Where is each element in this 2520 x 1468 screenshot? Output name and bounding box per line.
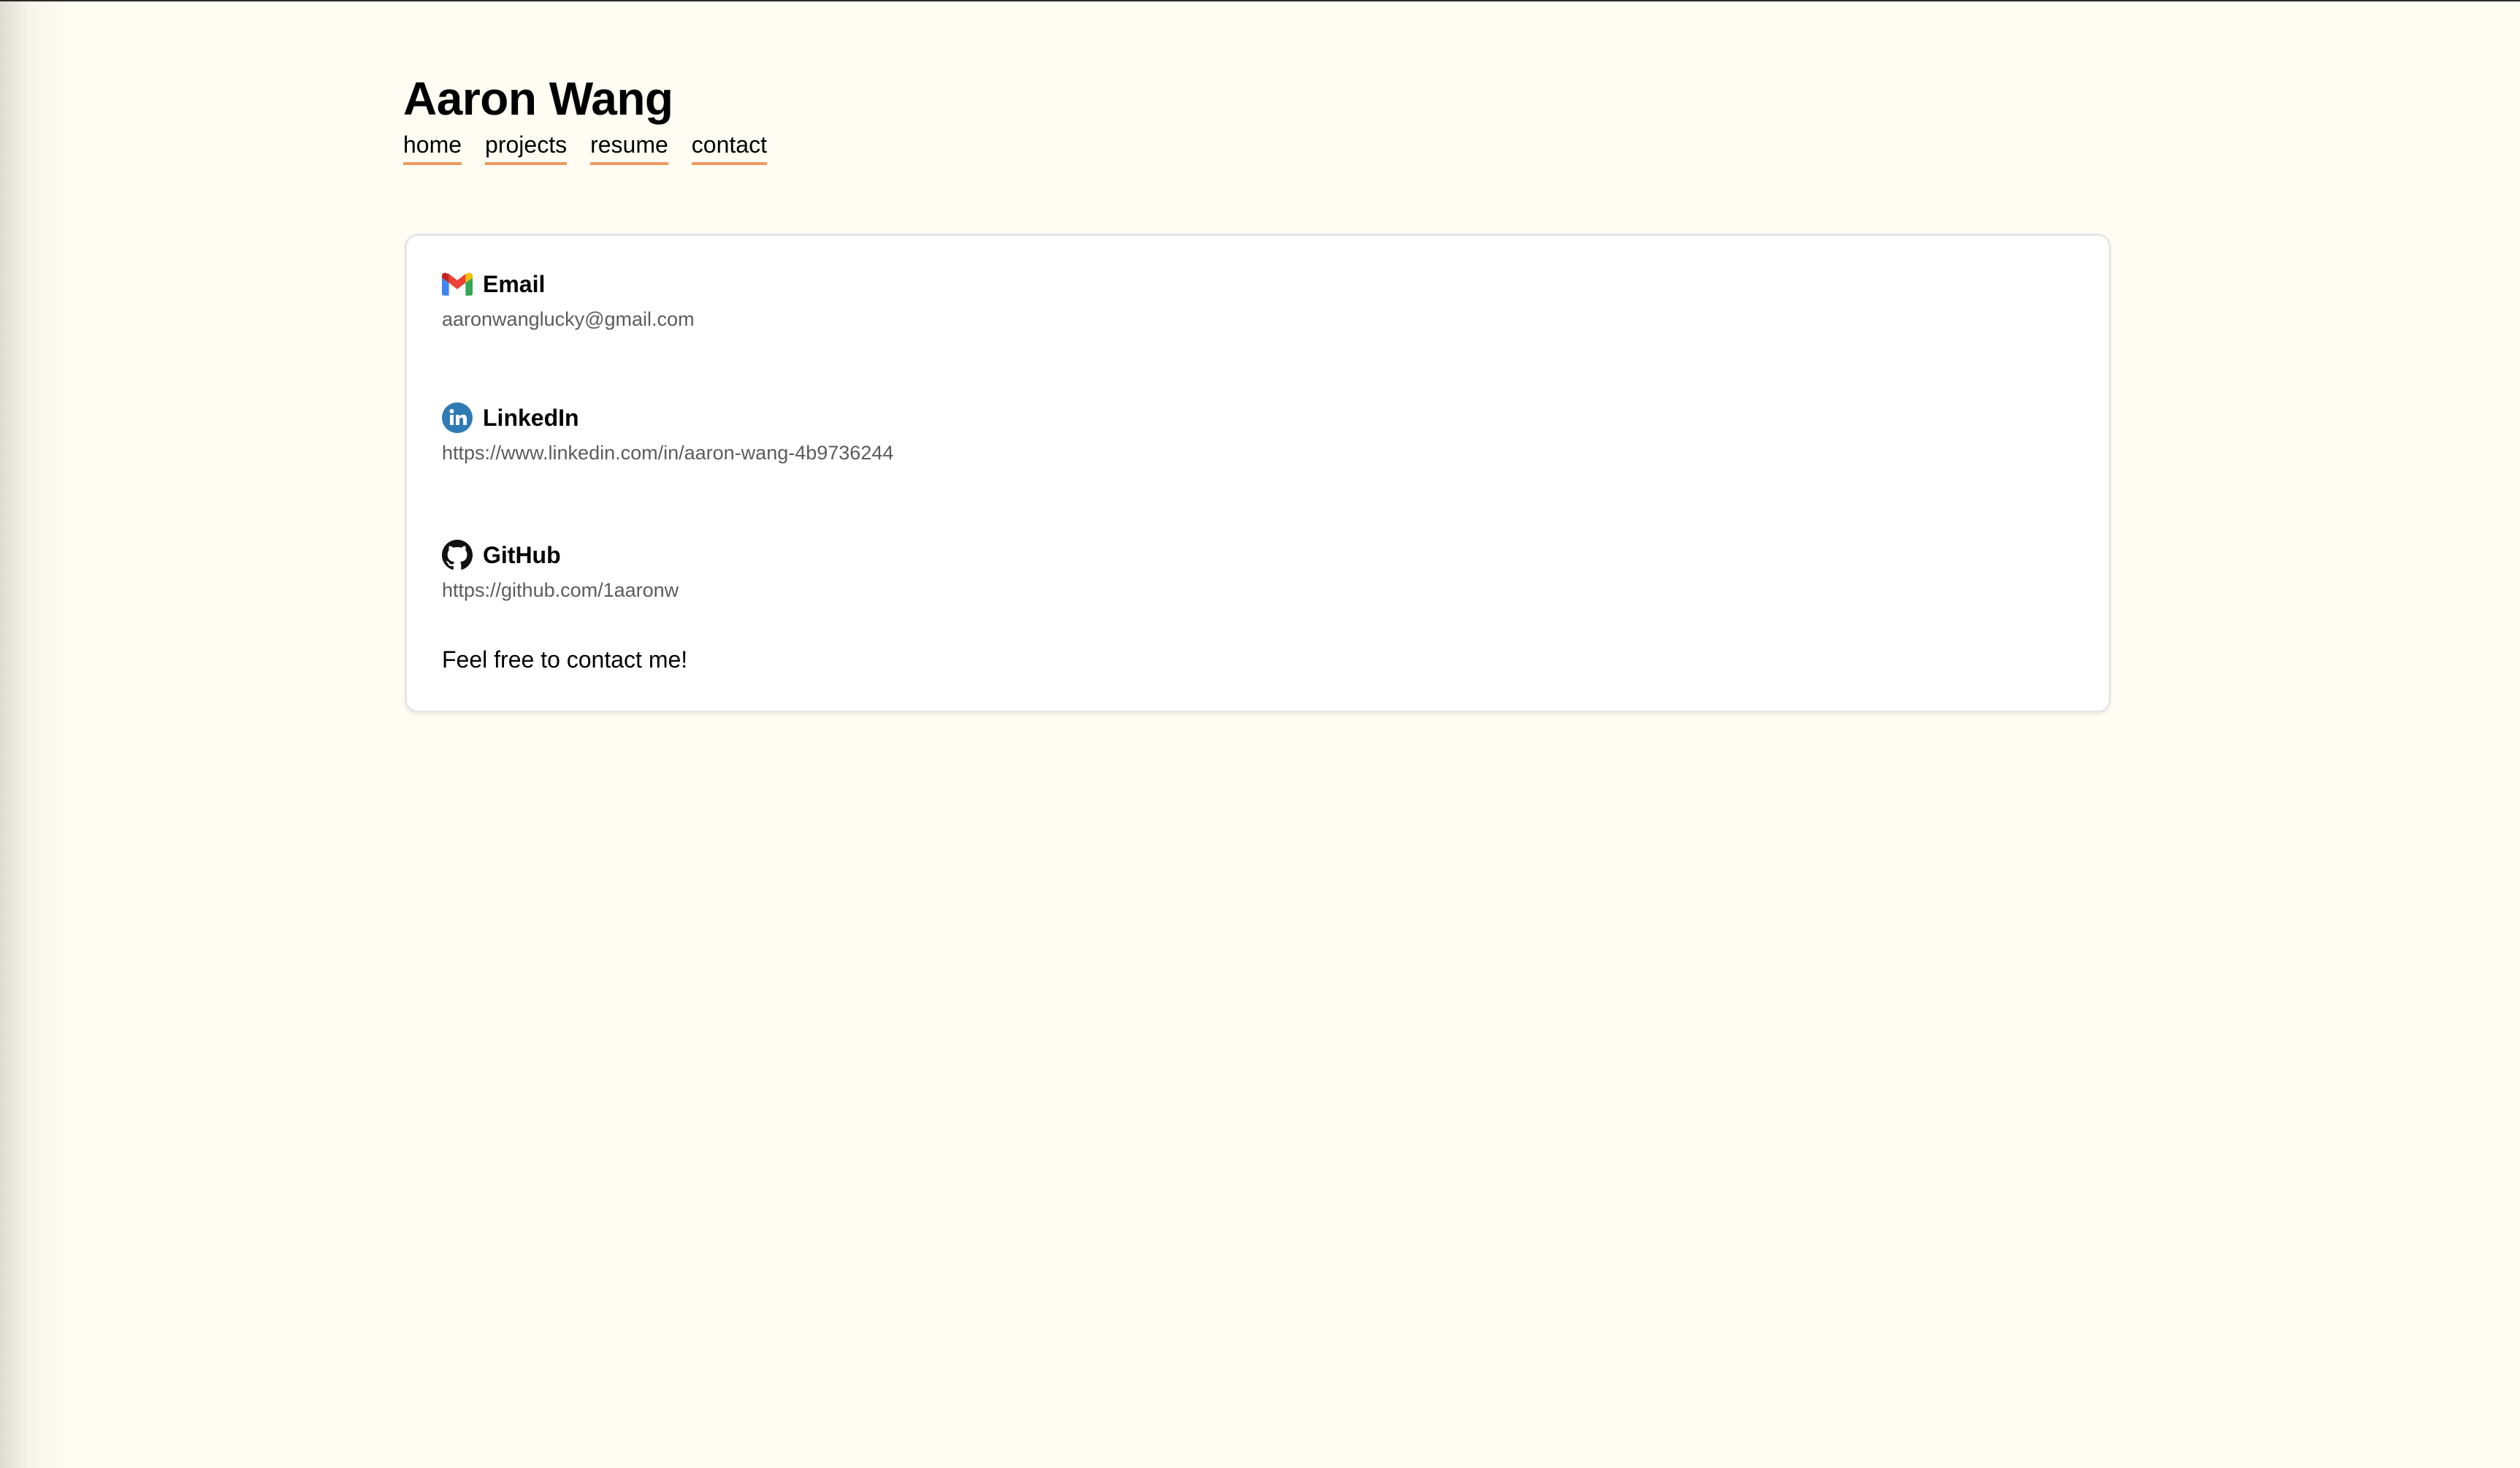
gmail-icon: [442, 269, 473, 299]
contact-item-email: Email aaronwanglucky@gmail.com: [442, 269, 695, 332]
nav-link-projects[interactable]: projects: [485, 130, 568, 165]
github-link[interactable]: https://github.com/1aaronw: [442, 578, 679, 603]
contact-card: Email aaronwanglucky@gmail.com LinkedIn …: [405, 234, 2111, 713]
nav-link-home[interactable]: home: [403, 130, 462, 165]
site-header: Aaron Wang home projects resume contact: [403, 67, 767, 165]
contact-item-header: GitHub: [442, 540, 679, 570]
nav-link-contact[interactable]: contact: [691, 130, 767, 165]
email-link[interactable]: aaronwanglucky@gmail.com: [442, 307, 695, 332]
window-edge-shadow: [0, 1, 66, 1468]
contact-footer-text: Feel free to contact me!: [442, 646, 688, 673]
contact-item-linkedin: LinkedIn https://www.linkedin.com/in/aar…: [442, 402, 893, 465]
contact-item-header: LinkedIn: [442, 402, 893, 433]
contact-item-github: GitHub https://github.com/1aaronw: [442, 540, 679, 603]
linkedin-link[interactable]: https://www.linkedin.com/in/aaron-wang-4…: [442, 440, 893, 465]
linkedin-icon: [442, 402, 473, 433]
contact-label-linkedin: LinkedIn: [483, 405, 579, 431]
contact-label-github: GitHub: [483, 542, 561, 568]
nav-link-resume[interactable]: resume: [590, 130, 668, 165]
main-nav: home projects resume contact: [403, 130, 767, 165]
page: Aaron Wang home projects resume contact: [0, 0, 2520, 1468]
contact-item-header: Email: [442, 269, 695, 299]
github-icon: [442, 540, 473, 570]
site-title[interactable]: Aaron Wang: [403, 67, 767, 130]
contact-label-email: Email: [483, 271, 546, 297]
